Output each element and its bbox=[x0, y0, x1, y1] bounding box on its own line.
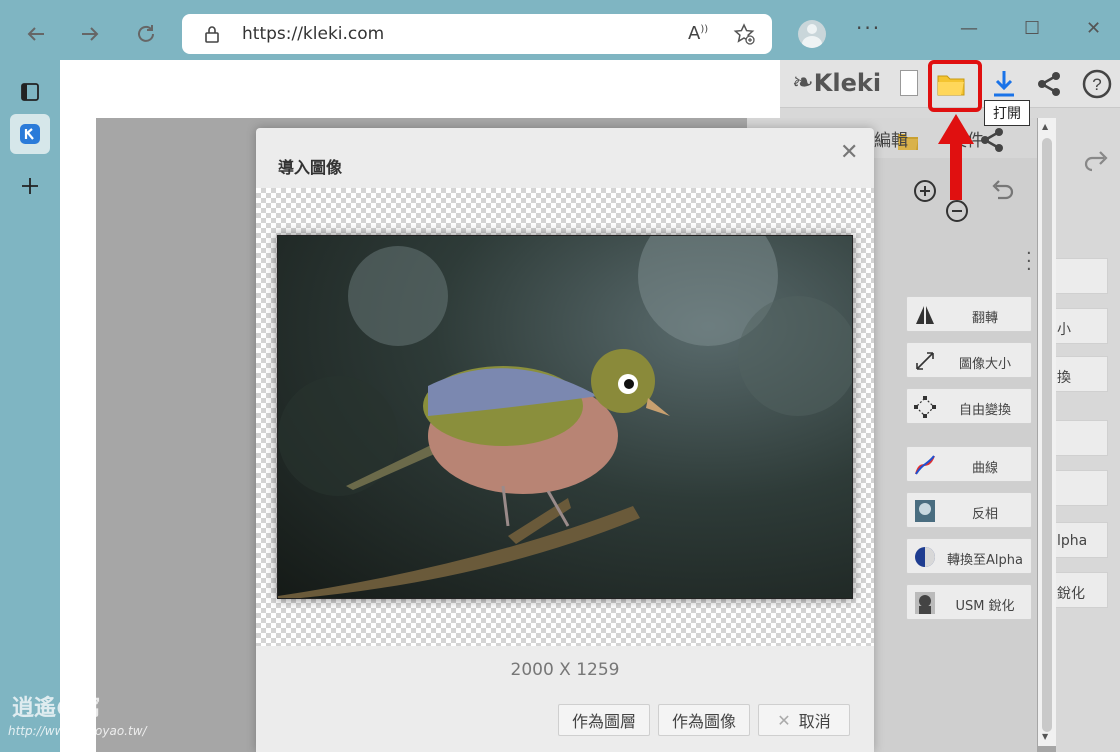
sidebar-panel-icon bbox=[21, 83, 39, 101]
profile-avatar[interactable] bbox=[798, 20, 826, 48]
tab-edit[interactable]: 編輯 bbox=[874, 126, 908, 151]
vertical-scrollbar[interactable]: ▲ ▼ bbox=[1038, 118, 1056, 746]
invert-button[interactable]: 反相 bbox=[906, 492, 1032, 528]
forward-button[interactable] bbox=[74, 18, 106, 50]
lock-icon bbox=[205, 26, 219, 43]
invert-icon bbox=[915, 500, 935, 522]
share-icon[interactable] bbox=[1035, 70, 1063, 98]
transparency-background bbox=[256, 188, 874, 646]
read-aloud-icon[interactable]: A)) bbox=[688, 23, 708, 44]
tabs-menu-icon[interactable]: · · · bbox=[1026, 245, 1032, 279]
as-layer-button[interactable]: 作為圖層 bbox=[558, 704, 650, 736]
to-alpha-button[interactable]: 轉換至Alpha bbox=[906, 538, 1032, 574]
favorite-star-icon[interactable] bbox=[732, 22, 756, 46]
more-menu-button[interactable]: ··· bbox=[856, 16, 881, 40]
scroll-down-icon[interactable]: ▼ bbox=[1042, 732, 1048, 741]
to-alpha-icon bbox=[915, 547, 935, 567]
svg-text:?: ? bbox=[1092, 75, 1101, 94]
open-button-highlight bbox=[928, 60, 982, 112]
kleki-logo: ❧Kleki bbox=[792, 68, 882, 98]
open-tooltip: 打開 bbox=[984, 100, 1030, 126]
forward-arrow-icon bbox=[82, 27, 99, 41]
watermark-logo: 逍遙の窩 bbox=[12, 695, 101, 721]
resize-icon bbox=[916, 352, 934, 370]
scrollbar-thumb[interactable] bbox=[1042, 138, 1052, 732]
browser-toolbar: https://kleki.com A)) ··· — ☐ ✕ bbox=[0, 0, 1120, 60]
browser-sidebar bbox=[0, 60, 60, 752]
flip-button[interactable]: 翻轉 bbox=[906, 296, 1032, 332]
scroll-up-icon[interactable]: ▲ bbox=[1042, 122, 1048, 131]
help-icon[interactable]: ? bbox=[1082, 69, 1112, 99]
bird-photo bbox=[278, 236, 852, 598]
sidebar-toggle-button[interactable] bbox=[10, 72, 50, 112]
close-window-button[interactable]: ✕ bbox=[1086, 18, 1101, 39]
red-arrow-icon bbox=[938, 114, 974, 200]
new-file-icon[interactable] bbox=[900, 70, 918, 96]
transform-icon bbox=[914, 396, 936, 418]
free-transform-button[interactable]: 自由變換 bbox=[906, 388, 1032, 424]
url-text[interactable]: https://kleki.com bbox=[242, 24, 384, 44]
kleki-app-icon bbox=[20, 124, 40, 144]
close-icon[interactable]: ✕ bbox=[840, 140, 858, 165]
plus-icon bbox=[22, 178, 38, 194]
watermark-url: http://www.xiaoyao.tw/ bbox=[8, 724, 147, 738]
address-bar[interactable]: https://kleki.com A)) bbox=[182, 14, 772, 54]
redo-icon[interactable] bbox=[1082, 146, 1110, 174]
image-dimensions: 2000 X 1259 bbox=[510, 660, 620, 680]
image-size-button[interactable]: 圖像大小 bbox=[906, 342, 1032, 378]
maximize-button[interactable]: ☐ bbox=[1024, 18, 1040, 39]
import-image-dialog: 導入圖像 ✕ 2000 X 1259 作為圖層 作為圖像 ✕ 取消 bbox=[256, 128, 874, 752]
refresh-button[interactable] bbox=[130, 18, 162, 50]
usm-sharpen-button[interactable]: USM 銳化 bbox=[906, 584, 1032, 620]
zoom-in-icon[interactable] bbox=[912, 178, 938, 204]
flip-icon bbox=[916, 306, 934, 324]
undo-icon[interactable] bbox=[990, 178, 1016, 202]
minimize-button[interactable]: — bbox=[960, 18, 978, 39]
preview-image bbox=[277, 235, 853, 599]
download-icon[interactable] bbox=[990, 68, 1018, 98]
sharpen-icon bbox=[915, 592, 935, 614]
curves-icon bbox=[915, 455, 935, 475]
refresh-icon bbox=[138, 25, 154, 42]
cancel-x-icon: ✕ bbox=[777, 710, 791, 730]
add-tab-button[interactable] bbox=[10, 166, 50, 206]
as-image-button[interactable]: 作為圖像 bbox=[658, 704, 750, 736]
dialog-title: 導入圖像 bbox=[278, 158, 343, 177]
sidebar-tab-kleki[interactable] bbox=[10, 114, 50, 154]
cancel-button[interactable]: ✕ 取消 bbox=[758, 704, 850, 736]
back-button[interactable] bbox=[20, 18, 52, 50]
back-arrow-icon bbox=[27, 27, 44, 41]
curves-button[interactable]: 曲線 bbox=[906, 446, 1032, 482]
